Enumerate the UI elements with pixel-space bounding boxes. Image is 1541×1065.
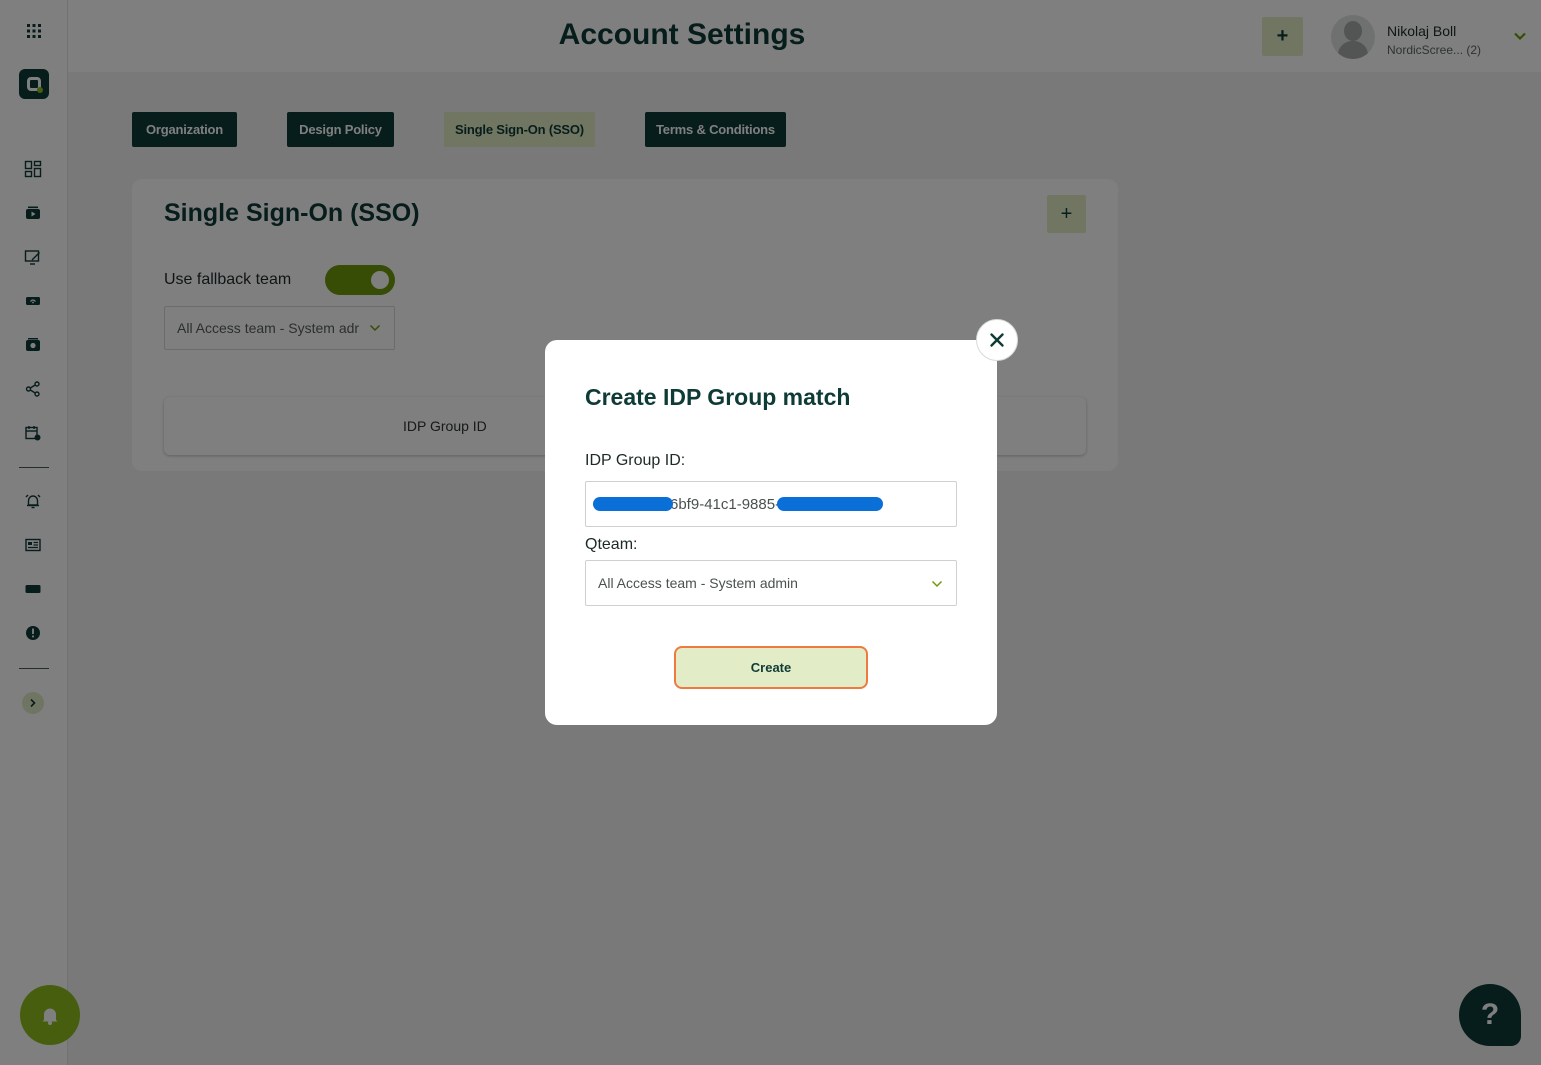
chevron-down-icon — [931, 580, 943, 588]
create-button[interactable]: Create — [674, 646, 868, 689]
modal-title: Create IDP Group match — [585, 384, 851, 410]
create-idp-group-modal: Create IDP Group match IDP Group ID: Qte… — [545, 340, 997, 725]
close-modal-button[interactable] — [976, 319, 1018, 361]
redaction-mark — [593, 497, 673, 511]
qteam-select[interactable]: All Access team - System admin — [585, 560, 957, 606]
close-icon — [990, 333, 1004, 347]
redaction-mark — [777, 497, 883, 511]
qteam-value: All Access team - System admin — [598, 575, 798, 591]
idp-group-id-label: IDP Group ID: — [585, 452, 686, 469]
qteam-label: Qteam: — [585, 536, 638, 553]
